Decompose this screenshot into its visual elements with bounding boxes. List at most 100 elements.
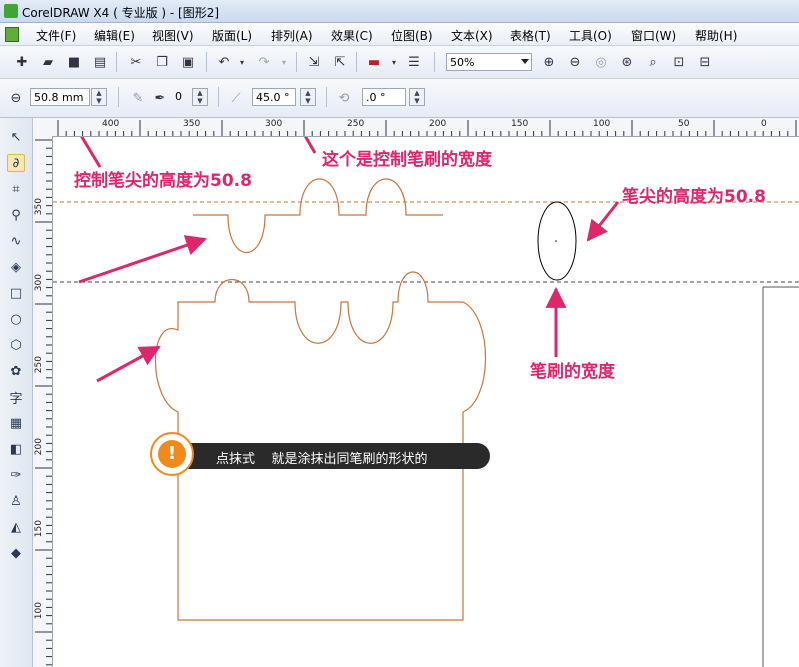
- menu-window[interactable]: 窗口(W): [631, 27, 676, 44]
- zoom-selected-icon[interactable]: ◎: [593, 54, 609, 70]
- new-document-icon[interactable]: ✚: [14, 54, 30, 70]
- ruler-label: 200: [429, 119, 447, 129]
- undo-dropdown-icon[interactable]: ▾: [234, 54, 250, 70]
- redo-icon[interactable]: ↷: [256, 54, 272, 70]
- ruler-label: 0: [761, 119, 767, 129]
- zoom-all-objects-icon[interactable]: ⊛: [619, 54, 635, 70]
- redo-dropdown-icon[interactable]: ▾: [276, 54, 292, 70]
- welcome-screen-icon[interactable]: ☰: [406, 54, 422, 70]
- cut-icon[interactable]: ✂: [128, 54, 144, 70]
- vertical-ruler[interactable]: 350 300 250 200 150 100: [33, 136, 53, 667]
- eyedropper-tool-icon[interactable]: ✑: [7, 466, 25, 484]
- menu-effects[interactable]: 效果(C): [331, 27, 373, 44]
- pressure-value: 0: [175, 90, 182, 103]
- rectangle-tool-icon[interactable]: □: [7, 284, 25, 302]
- menu-bitmaps[interactable]: 位图(B): [391, 27, 433, 44]
- pressure-icon[interactable]: ✎: [130, 90, 146, 106]
- zoom-page-icon[interactable]: ⌕: [645, 54, 661, 70]
- menu-layout[interactable]: 版面(L): [212, 27, 252, 44]
- ruler-label: 50: [678, 119, 690, 129]
- arrow-to-ellipse: [586, 201, 620, 242]
- ruler-label: 100: [593, 119, 611, 129]
- rotation-value: .0 °: [366, 91, 386, 104]
- zoom-out-icon[interactable]: ⊖: [567, 54, 583, 70]
- ruler-label: 200: [34, 438, 44, 456]
- open-folder-icon[interactable]: ▰: [40, 54, 56, 70]
- chevron-down-icon: [521, 59, 529, 64]
- ruler-origin[interactable]: [33, 118, 53, 137]
- exclamation-icon: !: [158, 440, 186, 468]
- freehand-tool-icon[interactable]: ∿: [7, 232, 25, 250]
- nib-angle-spinner[interactable]: ▲ ▼: [300, 88, 316, 106]
- title-bar: CorelDRAW X4 ( 专业版 ) - [图形2]: [0, 0, 799, 23]
- tip-text: 点抹式 就是涂抹出同笔刷的形状的: [216, 452, 428, 467]
- menu-help[interactable]: 帮助(H): [695, 27, 737, 44]
- horizontal-ruler[interactable]: 400 350 300 250 200 150 100 50 0: [52, 118, 799, 137]
- ruler-label: 100: [34, 602, 44, 620]
- paste-icon[interactable]: ▣: [180, 54, 196, 70]
- fill-tool-icon[interactable]: ◭: [7, 518, 25, 536]
- ruler-label: 350: [183, 119, 201, 129]
- zoom-level-value: 50%: [450, 56, 475, 69]
- toolbar-separator: [116, 52, 117, 72]
- vertical-ruler-ticks: [35, 139, 52, 666]
- save-icon[interactable]: ■: [66, 54, 82, 70]
- basic-shapes-tool-icon[interactable]: ✿: [7, 362, 25, 380]
- smart-fill-tool-icon[interactable]: ◈: [7, 258, 25, 276]
- zoom-tool-icon[interactable]: ⚲: [7, 206, 25, 224]
- import-icon[interactable]: ⇲: [306, 54, 322, 70]
- table-tool-icon[interactable]: ▦: [7, 414, 25, 432]
- export-icon[interactable]: ⇱: [332, 54, 348, 70]
- toolbar-separator: [206, 52, 207, 72]
- toolbar-separator: [356, 52, 357, 72]
- nib-angle-field[interactable]: 45.0 °: [252, 88, 296, 106]
- menu-tools[interactable]: 工具(O): [569, 27, 612, 44]
- pick-tool-icon[interactable]: ↖: [7, 128, 25, 146]
- zoom-page-height-icon[interactable]: ⊟: [697, 54, 713, 70]
- outline-tool-icon[interactable]: ♙: [7, 492, 25, 510]
- application-launcher-icon[interactable]: ▬: [366, 54, 382, 70]
- ruler-label: 150: [511, 119, 529, 129]
- annotation-arrows: [78, 137, 620, 383]
- annotation-nib-height: 控制笔尖的高度为50.8: [74, 171, 252, 191]
- crop-tool-icon[interactable]: ⌗: [7, 180, 25, 198]
- copy-icon[interactable]: ❐: [154, 54, 170, 70]
- print-icon[interactable]: ▤: [92, 54, 108, 70]
- rotation-icon: ⟲: [338, 90, 350, 106]
- menu-bar: 文件(F) 编辑(E) 视图(V) 版面(L) 排列(A) 效果(C) 位图(B…: [0, 23, 799, 46]
- nib-angle-value: 45.0 °: [256, 91, 290, 104]
- nib-height-field[interactable]: 50.8 mm: [30, 88, 90, 106]
- menu-arrange[interactable]: 排列(A): [271, 27, 313, 44]
- nib-height-spinner[interactable]: ▲ ▼: [91, 88, 107, 106]
- launcher-dropdown-icon[interactable]: ▾: [386, 54, 402, 70]
- window-title: CorelDRAW X4 ( 专业版 ) - [图形2]: [22, 6, 220, 20]
- ellipse-tool-icon[interactable]: ○: [7, 310, 25, 328]
- ruler-label: 300: [265, 119, 283, 129]
- menu-table[interactable]: 表格(T): [510, 27, 551, 44]
- document-icon[interactable]: [5, 27, 19, 42]
- property-bar: ⊖ 50.8 mm ▲ ▼ ✎ ✒ 0 ▲ ▼ ⟋ 45.0 ° ▲ ▼ ⟲ .0 °…: [0, 79, 799, 118]
- toolbox: ↖ ∂ ⌗ ⚲ ∿ ◈ □ ○ ⬡ ✿ 字 ▦ ◧ ✑ ♙ ◭ ◆: [0, 118, 33, 667]
- coreldraw-app-icon: [4, 4, 18, 18]
- rotation-field[interactable]: .0 °: [362, 88, 406, 106]
- zoom-in-icon[interactable]: ⊕: [541, 54, 557, 70]
- menu-text[interactable]: 文本(X): [451, 27, 493, 44]
- menu-file[interactable]: 文件(F): [36, 27, 76, 44]
- artistic-media-tool-icon[interactable]: ∂: [7, 154, 25, 172]
- interactive-fill-tool-icon[interactable]: ◆: [7, 544, 25, 562]
- annotation-nib-height-right: 笔尖的高度为50.8: [622, 187, 766, 207]
- tip-badge: !: [150, 432, 194, 476]
- ruler-label: 150: [34, 520, 44, 538]
- polygon-tool-icon[interactable]: ⬡: [7, 336, 25, 354]
- zoom-page-width-icon[interactable]: ⊡: [671, 54, 687, 70]
- menu-edit[interactable]: 编辑(E): [94, 27, 135, 44]
- drawing-canvas[interactable]: [53, 137, 799, 667]
- pen-icon[interactable]: ✒: [152, 90, 168, 106]
- interactive-blend-tool-icon[interactable]: ◧: [7, 440, 25, 458]
- undo-icon[interactable]: ↶: [216, 54, 232, 70]
- rotation-spinner[interactable]: ▲ ▼: [409, 88, 425, 106]
- pressure-spinner[interactable]: ▲ ▼: [192, 88, 208, 106]
- zoom-level-combo[interactable]: 50%: [446, 53, 532, 71]
- menu-view[interactable]: 视图(V): [152, 27, 194, 44]
- text-tool-icon[interactable]: 字: [7, 388, 25, 407]
